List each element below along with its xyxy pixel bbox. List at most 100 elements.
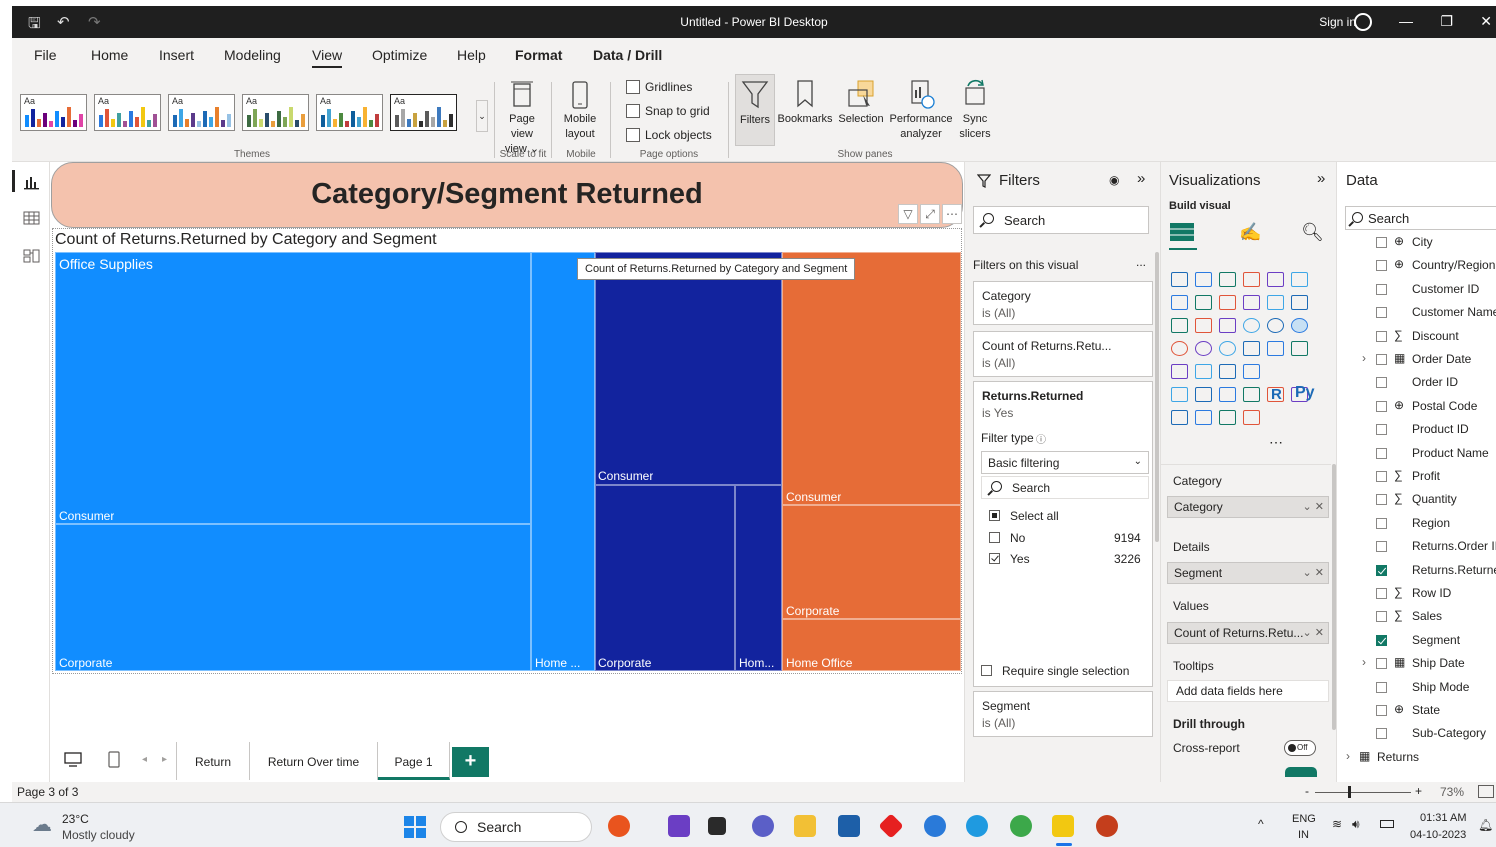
format-visual-icon[interactable]: ✍ bbox=[1239, 222, 1261, 243]
field-checkbox[interactable] bbox=[1376, 564, 1387, 576]
table-returns[interactable]: › ▦ Returns bbox=[1337, 747, 1496, 770]
filter-option-yes[interactable]: Yes bbox=[989, 552, 1030, 566]
page-view-button[interactable]: Page view view ⌄ bbox=[500, 80, 544, 157]
scroll-right-icon[interactable]: ▸ bbox=[162, 754, 167, 765]
chevron-icon[interactable] bbox=[1243, 410, 1260, 425]
field-checkbox[interactable] bbox=[1376, 377, 1387, 389]
field-checkbox[interactable] bbox=[1376, 634, 1387, 646]
field-checkbox[interactable] bbox=[1376, 260, 1387, 272]
tab-help[interactable]: Help bbox=[457, 47, 486, 63]
field-item[interactable]: Returns.Order ID bbox=[1337, 536, 1496, 559]
field-item[interactable]: Sub-Category bbox=[1337, 723, 1496, 746]
decomposition-tree-icon[interactable] bbox=[1195, 387, 1212, 402]
remove-field-icon[interactable]: ⌄ ✕ bbox=[1303, 566, 1325, 579]
field-checkbox[interactable] bbox=[1376, 681, 1387, 693]
treemap-tile-furniture-corporate[interactable] bbox=[782, 505, 961, 619]
file-explorer-icon[interactable] bbox=[794, 815, 816, 837]
filters-scrollbar[interactable] bbox=[1155, 252, 1159, 542]
wifi-icon[interactable]: ≋ bbox=[1332, 817, 1342, 831]
kpi-icon[interactable] bbox=[1171, 364, 1188, 379]
gridlines-checkbox[interactable]: Gridlines bbox=[626, 80, 692, 94]
more-options-icon[interactable]: ⋯ bbox=[942, 204, 962, 224]
filter-card-segment[interactable]: Segment is (All) bbox=[973, 691, 1153, 737]
zoom-slider[interactable] bbox=[1315, 792, 1411, 793]
line-clustered-icon[interactable] bbox=[1267, 295, 1284, 310]
python-visual-icon[interactable]: Py bbox=[1295, 384, 1315, 402]
theme-tile[interactable]: Aa bbox=[20, 94, 87, 131]
line-column-icon[interactable] bbox=[1243, 295, 1260, 310]
field-item[interactable]: Customer Name bbox=[1337, 302, 1496, 325]
multirow-card-icon[interactable] bbox=[1291, 341, 1308, 356]
theme-tile[interactable]: Aa bbox=[242, 94, 309, 131]
category-well-field[interactable]: Category ⌄ ✕ bbox=[1167, 496, 1329, 518]
field-checkbox[interactable] bbox=[1376, 588, 1387, 599]
field-checkbox[interactable] bbox=[1376, 283, 1387, 295]
theme-tile[interactable]: Aa bbox=[316, 94, 383, 131]
stacked-column-icon[interactable] bbox=[1195, 272, 1212, 287]
data-search-input[interactable]: Search bbox=[1345, 206, 1496, 230]
clustered-bar-icon[interactable] bbox=[1219, 272, 1236, 287]
report-view-icon[interactable] bbox=[23, 174, 40, 190]
stacked-bar-icon[interactable] bbox=[1171, 272, 1188, 287]
show-hidden-icons[interactable]: ^ bbox=[1258, 817, 1264, 831]
field-item[interactable]: Segment bbox=[1337, 630, 1496, 653]
field-checkbox[interactable] bbox=[1376, 424, 1387, 436]
qa-icon[interactable] bbox=[1219, 387, 1236, 402]
field-checkbox[interactable] bbox=[1376, 307, 1387, 319]
field-checkbox[interactable] bbox=[1376, 611, 1387, 623]
theme-tile[interactable]: Aa bbox=[94, 94, 161, 131]
field-item[interactable]: ∑ Discount bbox=[1337, 326, 1496, 349]
build-visual-tab[interactable] bbox=[1169, 220, 1197, 250]
field-item[interactable]: Returns.Returned bbox=[1337, 560, 1496, 583]
field-item[interactable]: Ship Mode bbox=[1337, 677, 1496, 700]
key-influencers-icon[interactable] bbox=[1171, 387, 1188, 402]
teams-preview-icon[interactable] bbox=[668, 815, 690, 837]
analytics-icon[interactable]: 🔍︎ bbox=[1301, 222, 1324, 243]
chevron-right-icon[interactable]: › bbox=[1362, 655, 1366, 669]
red-app-icon[interactable] bbox=[878, 813, 904, 839]
100-bar-icon[interactable] bbox=[1267, 272, 1284, 287]
treemap-tile-office-corporate[interactable] bbox=[55, 524, 531, 671]
donut-icon[interactable] bbox=[1267, 318, 1284, 333]
map-icon[interactable] bbox=[1171, 341, 1188, 356]
treemap-icon[interactable] bbox=[1291, 318, 1308, 333]
tab-insert[interactable]: Insert bbox=[159, 47, 194, 63]
values-well-field[interactable]: Count of Returns.Retu... ⌄ ✕ bbox=[1167, 622, 1329, 644]
eye-icon[interactable]: ◉ bbox=[1109, 173, 1119, 187]
visual-filter-icon[interactable]: ▽ bbox=[898, 204, 918, 224]
collapse-pane-icon[interactable]: » bbox=[1137, 170, 1145, 187]
treemap-tile-tech-corporate[interactable] bbox=[595, 485, 735, 671]
treemap-visual[interactable]: Count of Returns.Returned by Category an… bbox=[52, 228, 962, 674]
field-item[interactable]: ∑ Sales bbox=[1337, 606, 1496, 629]
focus-mode-icon[interactable]: ⤢ bbox=[920, 204, 940, 224]
filter-card-count[interactable]: Count of Returns.Retu... is (All) bbox=[973, 331, 1153, 377]
tab-view[interactable]: View bbox=[312, 47, 343, 68]
treemap-tile-office-home[interactable] bbox=[531, 252, 595, 671]
waterfall-icon[interactable] bbox=[1171, 318, 1188, 333]
azure-map-icon[interactable] bbox=[1219, 341, 1236, 356]
chevron-right-icon[interactable]: › bbox=[1346, 749, 1350, 763]
field-item[interactable]: ∑ Profit bbox=[1337, 466, 1496, 489]
field-item[interactable]: Order ID bbox=[1337, 372, 1496, 395]
edge-browser-icon[interactable] bbox=[966, 815, 988, 837]
add-page-button[interactable]: + bbox=[452, 747, 489, 777]
diamond-icon[interactable] bbox=[1219, 410, 1236, 425]
field-item[interactable]: ∑ Quantity bbox=[1337, 489, 1496, 512]
field-checkbox[interactable] bbox=[1376, 400, 1387, 412]
field-item[interactable]: Product Name bbox=[1337, 443, 1496, 466]
field-item[interactable]: › ▦ Ship Date bbox=[1337, 653, 1496, 676]
more-visuals-icon[interactable]: ⋯ bbox=[1269, 434, 1283, 451]
field-item[interactable]: ⊕ State bbox=[1337, 700, 1496, 723]
require-single-selection-checkbox[interactable]: Require single selection bbox=[981, 664, 1129, 678]
snap-to-grid-checkbox[interactable]: Snap to grid bbox=[626, 104, 710, 118]
mobile-layout-button[interactable]: Mobile layout bbox=[558, 80, 602, 142]
field-item[interactable]: ⊕ City bbox=[1337, 232, 1496, 255]
field-checkbox[interactable] bbox=[1376, 658, 1387, 670]
tab-format[interactable]: Format bbox=[515, 47, 562, 63]
tab-optimize[interactable]: Optimize bbox=[372, 47, 427, 63]
filter-card-category[interactable]: Category is (All) bbox=[973, 281, 1153, 325]
field-item[interactable]: ⊕ Country/Region bbox=[1337, 255, 1496, 278]
field-checkbox[interactable] bbox=[1376, 517, 1387, 529]
filter-values-search[interactable]: Search bbox=[981, 476, 1149, 499]
treemap-tile-tech-consumer[interactable] bbox=[595, 252, 782, 485]
